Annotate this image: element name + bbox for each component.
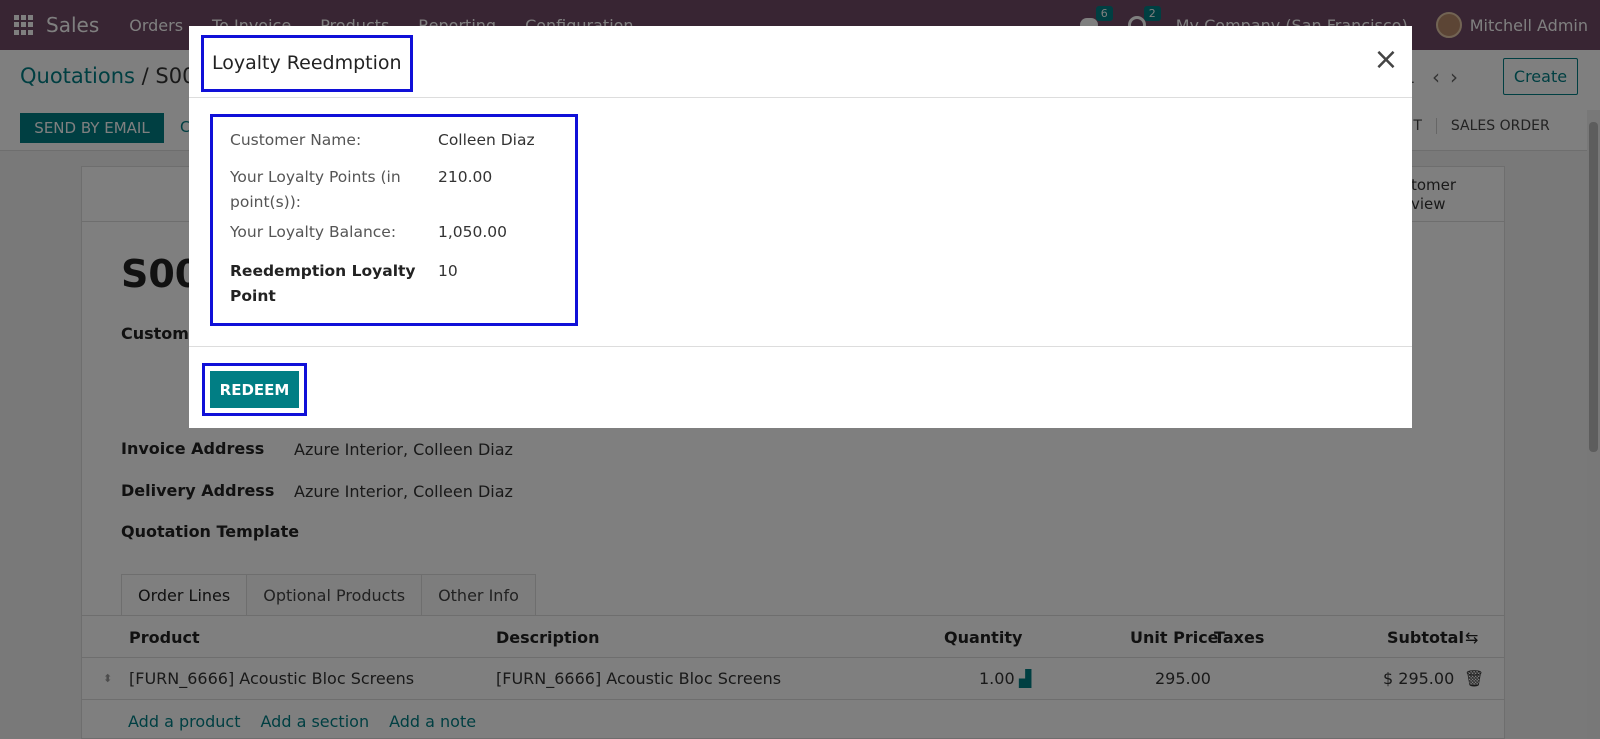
loyalty-redemption-dialog: Loyalty Reedmption × Customer Name: Coll… [189, 26, 1412, 428]
customer-name-label: Customer Name: [230, 131, 362, 149]
close-icon[interactable]: × [1371, 45, 1401, 76]
loyalty-balance-label: Your Loyalty Balance: [230, 223, 397, 241]
redeem-highlight: REDEEM [202, 363, 307, 416]
redemption-points-label: Reedemption Loyalty Point [230, 262, 416, 305]
modal-header: Loyalty Reedmption × [189, 26, 1412, 98]
customer-name-value: Colleen Diaz [438, 131, 535, 149]
loyalty-points-value: 210.00 [438, 168, 493, 186]
loyalty-balance-value: 1,050.00 [438, 223, 508, 241]
loyalty-info-box: Customer Name: Colleen Diaz Your Loyalty… [210, 114, 578, 326]
redeem-button[interactable]: REDEEM [210, 371, 299, 408]
redemption-points-input[interactable]: 10 [438, 259, 458, 284]
modal-footer: REDEEM [189, 346, 1412, 428]
modal-title: Loyalty Reedmption [201, 35, 413, 92]
loyalty-points-label: Your Loyalty Points (in point(s)): [230, 168, 401, 211]
